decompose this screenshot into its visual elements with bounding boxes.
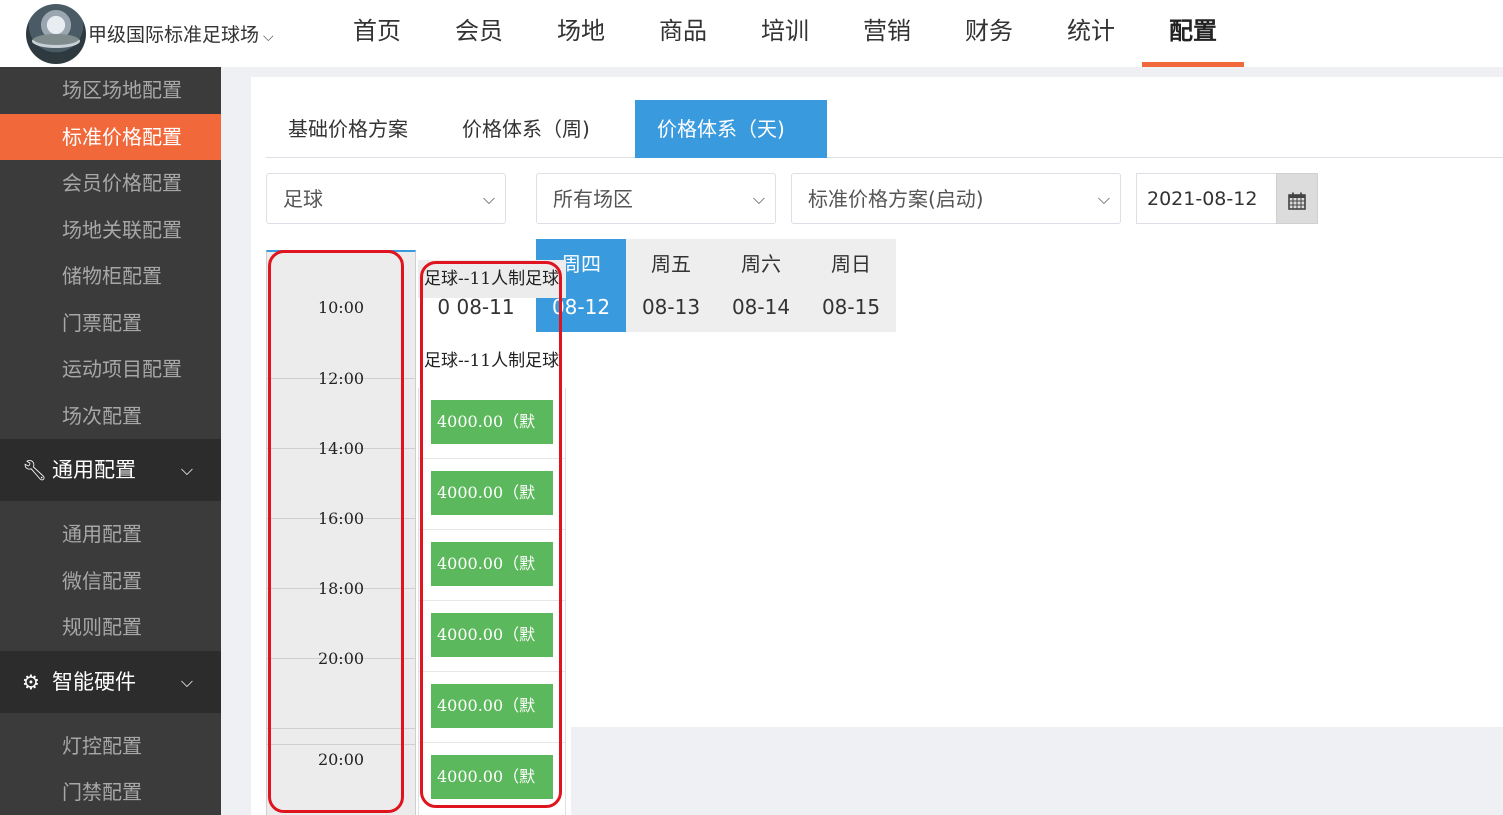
time-column: 10:00 12:00 14:00 16:00 18:00 20:00 20:0… [266,250,416,815]
sport-select[interactable]: 足球 ⌵ [266,173,506,224]
time-label: 16:00 [317,509,365,528]
chevron-down-icon: ⌵ [263,29,274,45]
time-label: 20:00 [317,649,365,668]
sidebar-item-ticket-config[interactable]: 门票配置 [0,300,221,347]
price-cell[interactable]: 4000.00（默 [431,755,553,799]
time-label: 18:00 [317,579,365,598]
nav-training[interactable]: 培训 [734,0,836,67]
price-cell[interactable]: 4000.00（默 [431,542,553,586]
sidebar-item-sport-config[interactable]: 运动项目配置 [0,346,221,393]
nav-venue[interactable]: 场地 [530,0,632,67]
price-column: 4000.00（默 4000.00（默 4000.00（默 4000.00（默 … [418,388,566,815]
day-saturday[interactable]: 周六 08-14 [716,239,806,332]
day-name: 周五 [651,252,691,276]
sidebar-item-wechat-config[interactable]: 微信配置 [0,558,221,605]
nav-marketing[interactable]: 营销 [836,0,938,67]
price-plan-select[interactable]: 标准价格方案(启动) ⌵ [791,173,1121,224]
tab-base-price-plan[interactable]: 基础价格方案 [266,100,440,158]
sidebar-item-field-link-config[interactable]: 场地关联配置 [0,207,221,254]
tab-price-system-week[interactable]: 价格体系（周) [440,100,635,158]
nav-products[interactable]: 商品 [632,0,734,67]
tab-price-system-day[interactable]: 价格体系（天) [635,100,827,158]
price-plan-select-value: 标准价格方案(启动) [808,187,984,211]
sidebar-item-locker-config[interactable]: 储物柜配置 [0,253,221,300]
time-label: 20:00 [317,750,365,769]
sidebar-group-general[interactable]: 🔧︎ 通用配置 ⌵ [0,439,221,501]
chevron-down-icon: ⌵ [1097,189,1110,208]
sidebar-group-general-label: 通用配置 [52,458,136,482]
nav-config[interactable]: 配置 [1142,0,1244,67]
day-name: 周六 [741,252,781,276]
price-cell[interactable]: 4000.00（默 [431,471,553,515]
date-input[interactable]: 2021-08-12 [1136,173,1276,224]
day-name: 周日 [831,252,871,276]
day-friday[interactable]: 周五 08-13 [626,239,716,332]
price-cell[interactable]: 4000.00（默 [431,400,553,444]
sport-select-value: 足球 [283,187,323,211]
price-cell[interactable]: 4000.00（默 [431,684,553,728]
sidebar-item-member-price-config[interactable]: 会员价格配置 [0,160,221,207]
sidebar-item-rule-config[interactable]: 规则配置 [0,604,221,651]
chevron-down-icon: ⌵ [752,189,765,208]
sidebar: 场区场地配置 标准价格配置 会员价格配置 场地关联配置 储物柜配置 门票配置 运… [0,67,221,815]
area-select[interactable]: 所有场区 ⌵ [536,173,776,224]
day-date: 08-15 [821,295,881,319]
calendar-icon[interactable] [1276,173,1318,224]
venue-name: 甲级国际标准足球场 [88,24,260,46]
chevron-down-icon: ⌵ [180,671,193,691]
nav-members[interactable]: 会员 [428,0,530,67]
sidebar-item-session-config[interactable]: 场次配置 [0,393,221,440]
field-header: 足球--11人制足球 [418,260,566,298]
sidebar-item-light-config[interactable]: 灯控配置 [0,723,221,770]
field-header: 足球--11人制足球 [418,342,566,380]
day-sunday[interactable]: 周日 08-15 [806,239,896,332]
main-nav: 首页 会员 场地 商品 培训 营销 财务 统计 配置 [326,0,1244,67]
area-select-value: 所有场区 [553,187,633,211]
time-row [267,659,415,729]
chevron-down-icon: ⌵ [482,189,495,208]
chevron-down-icon: ⌵ [180,460,193,479]
time-row [267,729,415,745]
wrench-icon: 🔧︎ [22,458,48,482]
time-label: 14:00 [317,439,365,458]
sidebar-item-general-config[interactable]: 通用配置 [0,511,221,558]
price-tabs: 基础价格方案 价格体系（周) 价格体系（天) [266,100,1503,158]
gear-icon: ⚙︎ [22,669,40,694]
venue-logo [26,4,86,64]
time-label: 10:00 [317,298,365,317]
sidebar-group-hardware[interactable]: ⚙︎ 智能硬件 ⌵ [0,650,221,713]
nav-statistics[interactable]: 统计 [1040,0,1142,67]
day-selector: 周四 08-12 周五 08-13 周六 08-14 周日 08-15 [536,239,896,332]
sidebar-item-standard-price-config[interactable]: 标准价格配置 [0,113,221,160]
venue-switcher[interactable]: 甲级国际标准足球场 ⌵ [88,20,274,47]
nav-finance[interactable]: 财务 [938,0,1040,67]
sidebar-item-door-config[interactable]: 门禁配置 [0,769,221,815]
sidebar-group-hardware-label: 智能硬件 [52,669,136,694]
day-date: 08-14 [731,295,791,319]
top-bar: 甲级国际标准足球场 ⌵ 首页 会员 场地 商品 培训 营销 财务 统计 配置 [0,0,1503,67]
price-cell[interactable]: 4000.00（默 [431,613,553,657]
nav-home[interactable]: 首页 [326,0,428,67]
time-label: 12:00 [317,369,365,388]
day-date: 08-13 [641,295,701,319]
sidebar-item-area-field-config[interactable]: 场区场地配置 [0,67,221,114]
